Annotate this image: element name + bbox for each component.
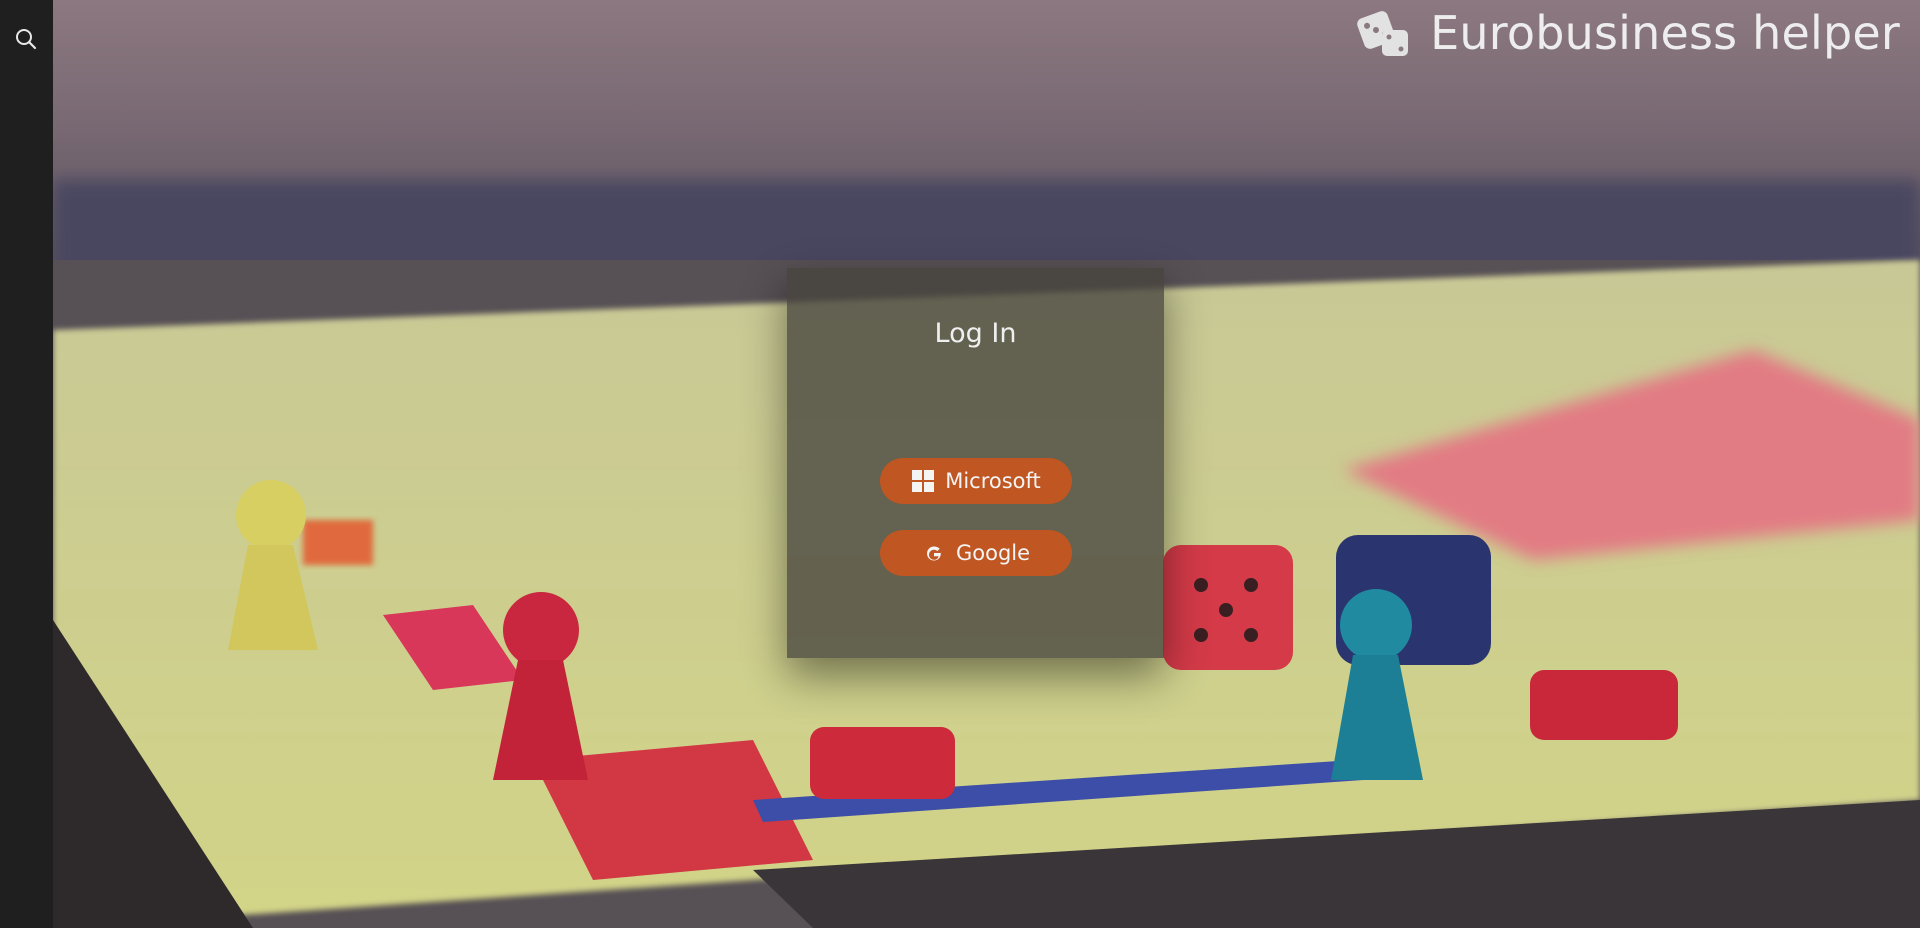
sidebar [0,0,53,928]
microsoft-login-button[interactable]: Microsoft [880,458,1072,504]
google-icon [922,541,946,565]
app-title: Eurobusiness helper [1430,6,1900,60]
google-login-button[interactable]: Google [880,530,1072,576]
page: Eurobusiness helper Log In Microsoft Goo… [0,0,1920,928]
search-button[interactable] [13,26,39,52]
search-icon [16,29,37,50]
app-header: Eurobusiness helper [1354,2,1900,64]
dice-icon [1357,11,1409,56]
login-card: Log In Microsoft Google [787,268,1164,658]
login-title: Log In [934,318,1017,349]
google-button-label: Google [955,541,1031,565]
microsoft-button-label: Microsoft [945,469,1041,493]
windows-icon [911,469,935,493]
